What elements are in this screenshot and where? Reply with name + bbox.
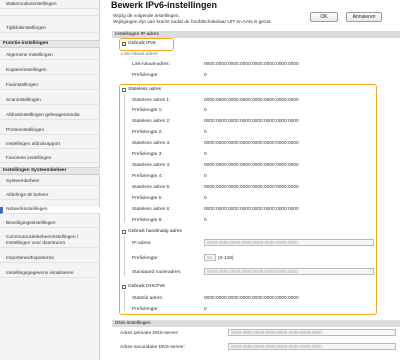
manual-address-checkbox[interactable]: [122, 230, 126, 234]
manual-router-label: Standaard routeradres:: [132, 270, 182, 275]
sidebar-item-printer[interactable]: Printerinstellingen: [0, 128, 100, 135]
dns-primary-label: Adres primaire DNS-server:: [120, 331, 179, 336]
stateless-row-label: Prefixlengte 3:: [132, 152, 163, 157]
stateless-row-value: 0: [204, 152, 207, 157]
sidebar-item-copy[interactable]: Kopieerinstellingen: [0, 68, 100, 75]
page-title: Bewerk IPv6-instellingen: [111, 0, 218, 10]
sidebar-item-initialize[interactable]: Instellingsgegevens initialiseren: [0, 271, 100, 278]
link-local-label: Link-lokaal-adres:: [132, 62, 170, 67]
sidebar: Wakemodusinstellingen Tijdklokinstelling…: [0, 0, 100, 360]
dhcp-prefix-value: 0: [204, 307, 207, 312]
stateless-row-value: 0: [204, 196, 207, 201]
stateless-row-label: Prefixlengte 6:: [132, 218, 163, 223]
stateless-row-label: Stateless adres 2:: [132, 119, 171, 124]
stateless-row-value: 0000:0000:0000:0000:0000:0000:0000:0000: [204, 119, 299, 124]
ip-settings-header: Instellingen IP-adres: [112, 31, 400, 38]
sidebar-item-fax[interactable]: Faxinstellingen: [0, 83, 100, 90]
page-subtitle-note: Wijzigingen zijn van kracht nadat de hoo…: [113, 20, 272, 25]
stateless-checkbox[interactable]: [122, 88, 126, 92]
stateless-group-line: [124, 94, 125, 222]
use-ipv6-checkbox[interactable]: ✓: [122, 42, 126, 47]
link-local-heading: Link-lokaal-adres: [121, 52, 158, 57]
manual-ip-input[interactable]: 0000:0000:0000:0000:0000:0000:0000:0000: [204, 239, 374, 246]
sidebar-item-system-mgmt[interactable]: Systeembeheer: [0, 179, 100, 186]
dhcp-group-line: [124, 291, 125, 311]
sidebar-item-report[interactable]: Instellingen afdrukrapport: [0, 142, 100, 149]
stateless-row-label: Prefixlengte 4:: [132, 174, 163, 179]
sidebar-item-import-export[interactable]: Importeren/Exporteren: [0, 256, 100, 263]
dhcpv6-label: Gebruik DHCPv6: [128, 284, 165, 289]
main-panel: Bewerk IPv6-instellingen Wijzig de volge…: [100, 0, 400, 360]
stateless-row-label: Stateless adres 6:: [132, 207, 171, 212]
stateless-row-label: Prefixlengte 1:: [132, 108, 163, 113]
stateless-row-value: 0000:0000:0000:0000:0000:0000:0000:0000: [204, 141, 299, 146]
sidebar-item-memory-print[interactable]: Afdrukinstellingen geheugenmedia: [0, 113, 100, 120]
dhcp-stateful-value: 0000:0000:0000:0000:0000:0000:0000:0000: [204, 296, 299, 301]
stateless-row-label: Stateless adres 3:: [132, 141, 171, 146]
stateless-label: Stateless adres: [128, 87, 162, 92]
stateless-row-value: 0000:0000:0000:0000:0000:0000:0000:0000: [204, 207, 299, 212]
stateless-row-value: 0000:0000:0000:0000:0000:0000:0000:0000: [204, 98, 299, 103]
stateless-row-value: 0000:0000:0000:0000:0000:0000:0000:0000: [204, 163, 299, 168]
stateless-row-label: Stateless adres 4:: [132, 163, 171, 168]
manual-ip-label: IP-adres:: [132, 241, 152, 246]
dns-secondary-input[interactable]: 0000:0000:0000:0000:0000:0000:0000:0000: [228, 343, 396, 350]
dns-primary-input[interactable]: 0000:0000:0000:0000:0000:0000:0000:0000: [228, 329, 396, 336]
dhcp-stateful-label: Stateful adres:: [132, 296, 163, 301]
page-subtitle: Wijzig de volgende instellingen.: [113, 14, 180, 19]
sidebar-item-scan[interactable]: Scaninstellingen: [0, 98, 100, 105]
sidebar-section-system: Instellingen Systeembeheer: [0, 167, 100, 175]
dhcp-prefix-label: Prefixlengte:: [132, 307, 159, 312]
sidebar-item-timer[interactable]: [0, 9, 100, 16]
sidebar-item-communication[interactable]: Communicatiebeheerinstellingen / Instell…: [0, 235, 100, 248]
cancel-button[interactable]: Annuleren: [346, 12, 382, 22]
manual-address-label: Gebruik handmatig adres: [128, 229, 182, 234]
dhcpv6-checkbox[interactable]: [122, 285, 126, 289]
stateless-row-label: Prefixlengte 2:: [132, 130, 163, 135]
manual-prefix-label: Prefixlengte:: [132, 256, 159, 261]
stateless-row-value: 0: [204, 174, 207, 179]
dns-secondary-label: Adres secundaire DNS-server:: [120, 345, 186, 350]
stateless-row-value: 0: [204, 108, 207, 113]
stateless-row-value: 0000:0000:0000:0000:0000:0000:0000:0000: [204, 185, 299, 190]
sidebar-item-dept-id[interactable]: Afdelings-ID beheer: [0, 193, 100, 200]
stateless-row-label: Prefixlengte 5:: [132, 196, 163, 201]
manual-router-input[interactable]: 0000:0000:0000:0000:0000:0000:0000:0000: [204, 268, 374, 275]
sidebar-item-timer[interactable]: Tijdklokinstellingen: [0, 26, 100, 33]
stateless-row-value: 0: [204, 218, 207, 223]
dns-settings-header: DNS-instellingen: [112, 320, 400, 327]
sidebar-item-wakemode[interactable]: Wakemodusinstellingen: [0, 2, 100, 9]
sidebar-section-functions: Functie-instellingen: [0, 40, 100, 48]
stateless-row-value: 0: [204, 130, 207, 135]
sidebar-item-general[interactable]: Algemene instellingen: [0, 53, 100, 60]
sidebar-item-security[interactable]: Beveiligingsinstellingen: [0, 221, 100, 228]
manual-prefix-range: (0-128): [218, 256, 234, 261]
manual-prefix-input[interactable]: 64: [204, 254, 216, 261]
ok-button[interactable]: OK: [310, 12, 338, 22]
link-local-value: 0000:0000:0000:0000:0000:0000:0000:0000: [204, 62, 299, 67]
link-local-prefix-value: 0: [204, 73, 207, 78]
stateless-row-label: Stateless adres 5:: [132, 185, 171, 190]
sidebar-item-favorites[interactable]: Favoriete instellingen: [0, 156, 100, 163]
link-local-prefix-label: Prefixlengte:: [132, 73, 159, 78]
use-ipv6-label: Gebruik IPv6: [128, 41, 156, 46]
manual-group-line: [124, 236, 125, 276]
stateless-row-label: Stateless adres 1:: [132, 98, 171, 103]
sidebar-item-network[interactable]: Netwerkinstellingen: [0, 207, 100, 214]
